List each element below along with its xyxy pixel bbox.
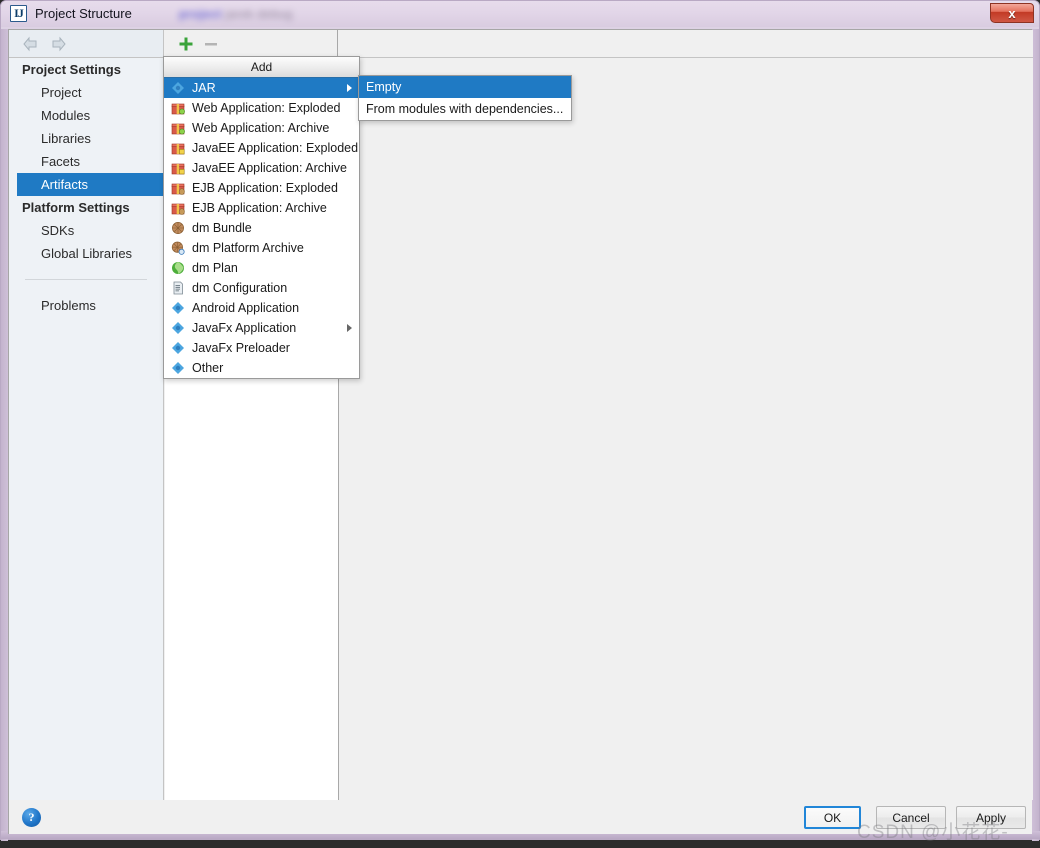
menu-item-web-application-exploded[interactable]: Web Application: Exploded: [164, 98, 359, 118]
ok-button[interactable]: OK: [804, 806, 861, 829]
jar-submenu: Empty From modules with dependencies...: [358, 75, 572, 121]
window-title: Project Structure: [35, 6, 132, 21]
sidebar-group-platform-settings: Platform Settings: [22, 200, 130, 215]
cancel-button[interactable]: Cancel: [876, 806, 946, 829]
window-frame-left-edge: [1, 29, 8, 841]
diamond-blue-icon: [170, 340, 186, 356]
web-archive-icon: [170, 120, 186, 136]
diamond-blue-icon: [170, 300, 186, 316]
sidebar-item-libraries[interactable]: Libraries: [17, 127, 163, 150]
menu-item-android-application[interactable]: Android Application: [164, 298, 359, 318]
arrow-right-icon[interactable]: [50, 36, 67, 52]
menu-item-label: EJB Application: Exploded: [192, 181, 338, 195]
menu-item-label: dm Bundle: [192, 221, 252, 235]
menu-item-ejb-application-archive[interactable]: EJB Application: Archive: [164, 198, 359, 218]
menu-item-jar[interactable]: JAR: [164, 78, 359, 98]
application-window: IJ Project Structure project jarek debug…: [0, 0, 1040, 843]
menu-item-dm-platform-archive[interactable]: dm Platform Archive: [164, 238, 359, 258]
menu-item-label: JavaEE Application: Archive: [192, 161, 347, 175]
chevron-right-icon: [347, 84, 352, 92]
dialog-client-area: Project Settings Project Modules Librari…: [8, 29, 1033, 834]
toolbar-empty-region: [339, 30, 1033, 58]
menu-item-label: dm Plan: [192, 261, 238, 275]
dm-bundle-icon: [170, 220, 186, 236]
dialog-footer: ? OK Cancel Apply: [9, 800, 1032, 834]
close-icon: x: [1008, 5, 1016, 21]
help-icon[interactable]: ?: [22, 808, 41, 827]
menu-item-dm-plan[interactable]: dm Plan: [164, 258, 359, 278]
menu-item-label: Android Application: [192, 301, 300, 315]
menu-item-dm-configuration[interactable]: dm Configuration: [164, 278, 359, 298]
title-bar: IJ Project Structure project jarek debug…: [1, 1, 1039, 27]
menu-item-label: Other: [192, 361, 224, 375]
menu-item-label: JavaFx Application: [192, 321, 297, 335]
menu-item-label: Web Application: Archive: [192, 121, 330, 135]
dm-configuration-doc-icon: [170, 280, 186, 296]
apply-button[interactable]: Apply: [956, 806, 1026, 829]
menu-item-javaee-application-exploded[interactable]: JavaEE Application: Exploded: [164, 138, 359, 158]
diamond-blue-icon: [170, 360, 186, 376]
artifact-detail-panel: [339, 58, 1033, 800]
javaee-archive-icon: [170, 160, 186, 176]
menu-item-label: JavaEE Application: Exploded: [192, 141, 359, 155]
artifacts-toolbar: [164, 30, 338, 58]
dm-platform-archive-icon: [170, 240, 186, 256]
window-frame-right-edge: [1032, 29, 1039, 841]
menu-item-label: JAR: [192, 81, 216, 95]
menu-item-ejb-application-exploded[interactable]: EJB Application: Exploded: [164, 178, 359, 198]
diamond-blue-icon: [170, 80, 186, 96]
menu-item-javaee-application-archive[interactable]: JavaEE Application: Archive: [164, 158, 359, 178]
sidebar-item-project[interactable]: Project: [17, 81, 163, 104]
add-menu-header: Add: [164, 57, 359, 78]
submenu-item-empty[interactable]: Empty: [359, 76, 571, 98]
menu-item-javafx-application[interactable]: JavaFx Application: [164, 318, 359, 338]
javaee-exploded-icon: [170, 140, 186, 156]
menu-item-javafx-preloader[interactable]: JavaFx Preloader: [164, 338, 359, 358]
plus-icon[interactable]: [177, 35, 195, 53]
menu-item-label: JavaFx Preloader: [192, 341, 290, 355]
dm-plan-globe-icon: [170, 260, 186, 276]
ejb-exploded-icon: [170, 180, 186, 196]
diamond-blue-icon: [170, 320, 186, 336]
intellij-idea-icon: IJ: [10, 5, 27, 22]
submenu-item-from-modules-with-dependencies[interactable]: From modules with dependencies...: [359, 98, 571, 120]
menu-item-label: dm Platform Archive: [192, 241, 304, 255]
sidebar-item-problems[interactable]: Problems: [17, 294, 163, 317]
sidebar-group-project-settings: Project Settings: [22, 62, 121, 77]
chevron-right-icon: [347, 324, 352, 332]
navigation-bar: [9, 30, 164, 58]
menu-item-dm-bundle[interactable]: dm Bundle: [164, 218, 359, 238]
window-subtitle-blurred: project jarek debug: [179, 7, 293, 21]
menu-item-web-application-archive[interactable]: Web Application: Archive: [164, 118, 359, 138]
sidebar-item-modules[interactable]: Modules: [17, 104, 163, 127]
menu-item-other[interactable]: Other: [164, 358, 359, 378]
sidebar-item-artifacts[interactable]: Artifacts: [17, 173, 163, 196]
arrow-left-icon[interactable]: [22, 36, 39, 52]
sidebar-item-sdks[interactable]: SDKs: [17, 219, 163, 242]
sidebar-item-facets[interactable]: Facets: [17, 150, 163, 173]
menu-item-label: EJB Application: Archive: [192, 201, 327, 215]
close-button[interactable]: x: [990, 3, 1034, 23]
add-artifact-menu: Add JAR Web Application: Exploded Web Ap…: [163, 56, 360, 379]
menu-item-label: dm Configuration: [192, 281, 288, 295]
web-exploded-icon: [170, 100, 186, 116]
settings-sidebar: Project Settings Project Modules Librari…: [9, 58, 164, 834]
ejb-archive-icon: [170, 200, 186, 216]
minus-icon[interactable]: [202, 35, 220, 53]
menu-item-label: Web Application: Exploded: [192, 101, 341, 115]
sidebar-item-global-libraries[interactable]: Global Libraries: [17, 242, 163, 265]
